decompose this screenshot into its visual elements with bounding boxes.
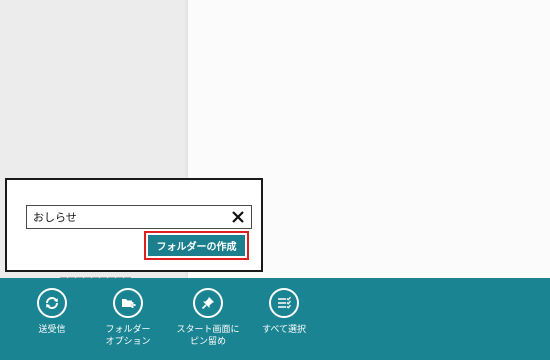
app-bar: 送受信 フォルダー オプション スタート画面に ピン留め すべて選択 (0, 278, 550, 360)
sync-icon (37, 288, 67, 318)
folder-name-field[interactable] (26, 205, 252, 229)
pin-icon (193, 288, 223, 318)
select-all-label: すべて選択 (261, 325, 306, 335)
select-all-button[interactable]: すべて選択 (252, 288, 316, 358)
select-all-icon (269, 288, 299, 318)
new-folder-flyout: フォルダーの作成 (5, 178, 263, 272)
folder-options-icon (113, 288, 143, 318)
folder-options-button[interactable]: フォルダー オプション (96, 288, 160, 358)
send-receive-label: 送受信 (38, 325, 66, 335)
send-receive-button[interactable]: 送受信 (20, 288, 84, 358)
pin-to-start-label: スタート画面に ピン留め (176, 325, 240, 347)
folder-options-label: フォルダー オプション (105, 325, 151, 347)
folder-name-input[interactable] (27, 206, 225, 228)
create-folder-highlight: フォルダーの作成 (144, 231, 249, 260)
close-icon[interactable] (229, 208, 247, 226)
create-folder-button[interactable]: フォルダーの作成 (148, 235, 245, 256)
pin-to-start-button[interactable]: スタート画面に ピン留め (176, 288, 240, 358)
obscured-text (60, 268, 160, 278)
